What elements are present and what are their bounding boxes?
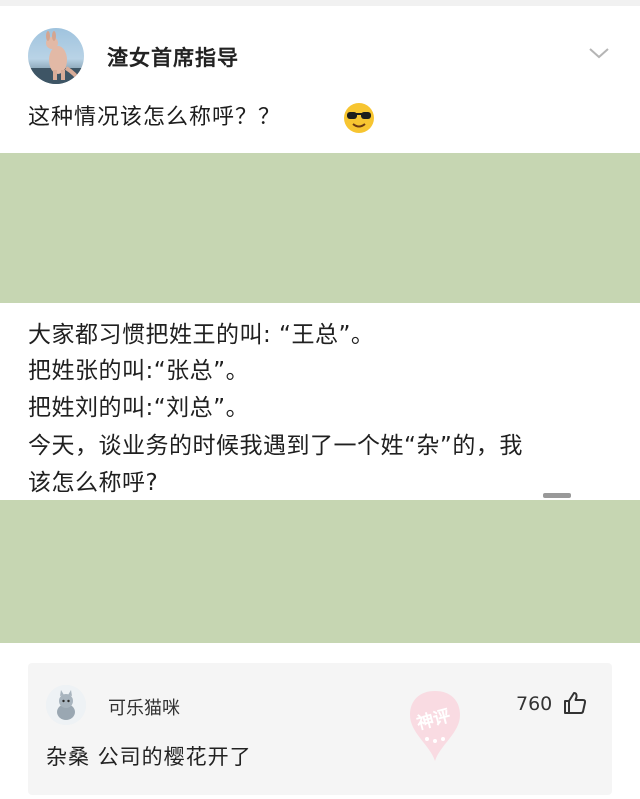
meme-line: 今天，谈业务的时候我遇到了一个姓“杂”的，我	[28, 433, 523, 459]
top-comment-card[interactable]: 可乐猫咪 760 杂桑 公司的樱花开了	[28, 663, 612, 795]
comment-text: 杂桑 公司的樱花开了	[46, 745, 252, 769]
image-mark	[543, 493, 571, 498]
post-header: 渣女首席指导	[0, 22, 640, 92]
meme-line: 该怎么称呼?	[28, 470, 159, 496]
kangaroo-avatar-icon	[28, 31, 84, 84]
section-divider	[0, 643, 640, 663]
user-avatar[interactable]	[28, 28, 84, 84]
commenter-username[interactable]: 可乐猫咪	[108, 694, 180, 720]
comment-like-count: 760	[516, 693, 553, 715]
commenter-avatar[interactable]	[46, 685, 86, 725]
meme-line: 把姓刘的叫:“刘总”。	[28, 395, 250, 421]
post-text: 这种情况该怎么称呼？？	[28, 105, 282, 130]
hot-comment-badge-icon: 神评	[410, 691, 460, 761]
meme-image-top-band	[0, 153, 640, 303]
chevron-down-icon[interactable]	[588, 46, 610, 60]
cat-avatar-icon	[46, 685, 86, 725]
thumbs-up-icon[interactable]	[562, 690, 588, 716]
meme-line: 把姓张的叫:“张总”。	[28, 358, 250, 384]
sunglasses-emoji-icon	[344, 103, 374, 133]
meme-line: 大家都习惯把姓王的叫: “王总”。	[28, 322, 375, 348]
top-strip	[0, 0, 640, 6]
post-username[interactable]: 渣女首席指导	[107, 42, 239, 72]
meme-image-bottom-band	[0, 500, 640, 643]
meme-image-text-panel: 大家都习惯把姓王的叫: “王总”。 把姓张的叫:“张总”。 把姓刘的叫:“刘总”…	[0, 303, 640, 500]
